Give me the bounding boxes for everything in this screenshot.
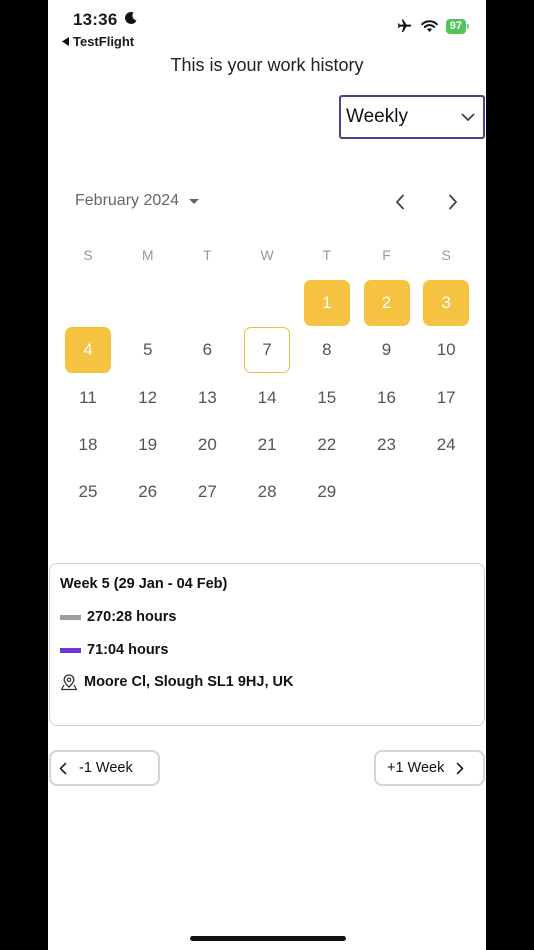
worked-hours-row: 71:04 hours [60,642,168,658]
calendar-day[interactable]: 27 [184,469,230,515]
caret-down-icon [189,198,200,204]
previous-week-button[interactable]: -1 Week [49,750,160,786]
back-app-label: TestFlight [73,34,135,49]
previous-month-button[interactable] [388,190,412,214]
calendar-day[interactable]: 2 [363,280,410,326]
calendar-day[interactable]: 24 [423,422,469,468]
calendar-day[interactable]: 11 [65,375,111,421]
month-picker[interactable]: February 2024 [75,192,200,210]
calendar-day[interactable]: 26 [125,469,171,515]
status-icons: 97 [396,18,470,34]
weekday-label: M [141,247,154,263]
status-bar: 13:36 TestFlight 97 [48,0,486,56]
page-title: This is your work history [170,55,364,75]
period-select[interactable]: Weekly [339,95,485,139]
calendar-day[interactable]: 7 [244,327,291,373]
worked-hours-swatch [60,647,81,653]
calendar-day[interactable]: 3 [423,280,470,326]
location-row: Moore Cl, Slough SL1 9HJ, UK [60,673,293,691]
weekday-label: T [203,247,212,263]
next-month-button[interactable] [441,190,465,214]
calendar-day[interactable]: 28 [244,469,290,515]
calendar-day[interactable]: 13 [184,375,230,421]
calendar-day[interactable]: 21 [244,422,290,468]
next-week-label: +1 Week [387,760,445,776]
calendar-day[interactable]: 12 [125,375,171,421]
location-value: Moore Cl, Slough SL1 9HJ, UK [84,674,294,690]
total-hours-row: 270:28 hours [60,609,176,625]
app-screen: 13:36 TestFlight 97 This is your work hi… [48,0,486,950]
chevron-right-icon [449,194,457,210]
calendar-day[interactable]: 17 [423,375,469,421]
week-summary-card: Week 5 (29 Jan - 04 Feb) 270:28 hours 71… [49,563,485,726]
airplane-icon [397,19,411,32]
calendar-day[interactable]: 20 [184,422,230,468]
week-title: Week 5 (29 Jan - 04 Feb) [60,576,228,592]
calendar-day[interactable]: 22 [304,422,350,468]
chevron-right-icon [457,762,464,774]
calendar-day[interactable]: 16 [364,375,410,421]
total-hours-value: 270:28 hours [87,609,177,625]
weekday-label: T [322,247,332,263]
calendar-day[interactable]: 6 [184,327,230,373]
chevron-left-icon [59,762,67,774]
period-select-value: Weekly [346,106,408,127]
calendar-day[interactable]: 9 [364,327,410,373]
calendar-day[interactable]: 1 [303,280,350,326]
chevron-left-icon [396,194,404,210]
weekday-label: S [441,247,451,263]
battery-indicator: 97 [445,18,470,34]
home-indicator [190,936,346,941]
status-time: 13:36 [73,10,118,29]
calendar-day[interactable]: 19 [125,422,171,468]
weekday-label: W [260,247,274,263]
map-pin-icon [60,674,78,691]
worked-hours-value: 71:04 hours [87,642,169,658]
next-week-button[interactable]: +1 Week [374,750,485,786]
calendar-day[interactable]: 25 [65,469,111,515]
calendar-day[interactable]: 29 [304,469,350,515]
calendar-day[interactable]: 23 [364,422,410,468]
weekday-label: S [83,247,93,263]
month-label: February 2024 [75,192,180,209]
calendar-day[interactable]: 14 [244,375,290,421]
back-to-app-link[interactable]: TestFlight [62,34,134,49]
moon-icon [125,11,137,24]
previous-week-label: -1 Week [79,760,133,776]
calendar-day[interactable]: 4 [65,327,111,373]
calendar-day[interactable]: 8 [304,327,350,373]
weekday-label: F [382,247,391,263]
calendar-day[interactable]: 10 [423,327,469,373]
chevron-down-icon [461,113,475,121]
calendar-day[interactable]: 15 [304,375,350,421]
total-hours-swatch [60,614,81,620]
calendar-day[interactable]: 5 [125,327,171,373]
wifi-icon [420,19,438,32]
calendar-day[interactable]: 18 [65,422,111,468]
weekday-header: S M T W T F S [58,247,476,267]
back-triangle-icon [62,37,69,46]
